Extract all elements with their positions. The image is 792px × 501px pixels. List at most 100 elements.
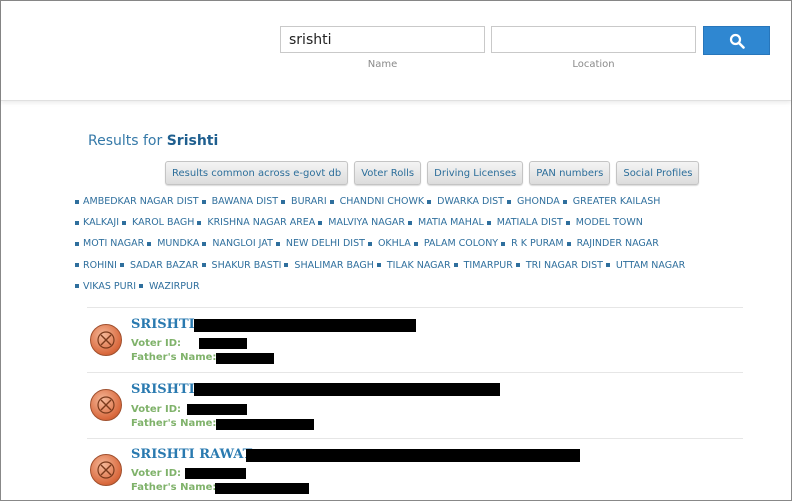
redaction-bar bbox=[216, 353, 274, 364]
location-link[interactable]: UTTAM NAGAR bbox=[616, 260, 685, 271]
bullet-icon bbox=[408, 220, 413, 225]
location-link[interactable]: RAJINDER NAGAR bbox=[577, 238, 659, 249]
divider bbox=[87, 307, 743, 308]
father-name-label: Father's Name: bbox=[131, 352, 217, 363]
location-link[interactable]: KRISHNA NAGAR AREA bbox=[207, 217, 323, 228]
location-link[interactable]: KALKAJI bbox=[83, 217, 127, 228]
voter-id-label: Voter ID: bbox=[131, 338, 182, 349]
bullet-icon bbox=[376, 263, 381, 268]
database-tabs: Results common across e-govt db Voter Ro… bbox=[165, 161, 700, 185]
tab-driving-licenses[interactable]: Driving Licenses bbox=[427, 161, 524, 185]
voter-id-label: Voter ID: bbox=[131, 404, 182, 415]
redaction-bar bbox=[187, 404, 247, 415]
tab-social-profiles[interactable]: Social Profiles bbox=[616, 161, 700, 185]
redaction-bar bbox=[194, 383, 500, 396]
bullet-icon bbox=[605, 263, 610, 268]
cross-circle-icon bbox=[97, 461, 115, 479]
bullet-icon bbox=[318, 220, 323, 225]
location-row: ROHINI SADAR BAZAR SHAKUR BASTI SHALIMAR… bbox=[75, 255, 755, 276]
location-link[interactable]: TRI NAGAR DIST bbox=[526, 260, 610, 271]
location-link[interactable]: GHONDA bbox=[517, 196, 567, 207]
location-link[interactable]: DWARKA DIST bbox=[437, 196, 511, 207]
location-link[interactable]: GREATER KAILASH bbox=[573, 196, 661, 207]
location-link[interactable]: AMBEDKAR NAGAR DIST bbox=[83, 196, 206, 207]
result-name[interactable]: SRISHTI, bbox=[131, 382, 199, 397]
location-link[interactable]: MODEL TOWN bbox=[576, 217, 643, 228]
location-link[interactable]: SHALIMAR BAGH bbox=[294, 260, 381, 271]
result-item[interactable]: SRISHTI, Voter ID: Father's Name: bbox=[87, 382, 743, 444]
redaction-bar bbox=[216, 419, 314, 430]
redaction-bar bbox=[215, 483, 309, 494]
bullet-icon bbox=[329, 199, 334, 204]
bullet-icon bbox=[506, 199, 511, 204]
location-link[interactable]: BAWANA DIST bbox=[212, 196, 286, 207]
location-link[interactable]: MOTI NAGAR bbox=[83, 238, 152, 249]
results-query: Srishti bbox=[166, 133, 219, 149]
father-name-label: Father's Name: bbox=[131, 482, 217, 493]
bullet-icon bbox=[147, 241, 152, 246]
location-link[interactable]: SADAR BAZAR bbox=[130, 260, 206, 271]
location-link[interactable]: SHAKUR BASTI bbox=[212, 260, 289, 271]
redaction-bar bbox=[246, 449, 580, 462]
bullet-icon bbox=[453, 263, 458, 268]
location-row: MOTI NAGAR MUNDKA NANGLOI JAT NEW DELHI … bbox=[75, 233, 755, 254]
search-button[interactable] bbox=[703, 26, 770, 55]
bullet-icon bbox=[119, 263, 124, 268]
location-row: AMBEDKAR NAGAR DIST BAWANA DIST BURARI C… bbox=[75, 191, 755, 212]
tab-voter-rolls[interactable]: Voter Rolls bbox=[354, 161, 422, 185]
location-link[interactable]: NANGLOI JAT bbox=[212, 238, 280, 249]
result-name[interactable]: SRISHTI RAWAT, bbox=[131, 447, 255, 462]
location-link[interactable]: KAROL BAGH bbox=[132, 217, 202, 228]
divider bbox=[87, 438, 743, 439]
bullet-icon bbox=[281, 199, 286, 204]
avatar bbox=[90, 324, 122, 356]
bullet-icon bbox=[413, 241, 418, 246]
location-link[interactable]: MATIA MAHAL bbox=[418, 217, 491, 228]
location-row: KALKAJI KAROL BAGH KRISHNA NAGAR AREA MA… bbox=[75, 212, 755, 233]
location-link[interactable]: R K PURAM bbox=[511, 238, 571, 249]
bullet-icon bbox=[515, 263, 520, 268]
location-link[interactable]: ROHINI bbox=[83, 260, 124, 271]
location-link[interactable]: TIMARPUR bbox=[464, 260, 520, 271]
location-link[interactable]: CHANDNI CHOWK bbox=[340, 196, 432, 207]
location-link[interactable]: TILAK NAGAR bbox=[387, 260, 458, 271]
name-caption: Name bbox=[367, 59, 398, 70]
location-filter-list: AMBEDKAR NAGAR DIST BAWANA DIST BURARI C… bbox=[75, 191, 755, 297]
location-link[interactable]: VIKAS PURI bbox=[83, 281, 143, 292]
bullet-icon bbox=[566, 241, 571, 246]
result-item[interactable]: SRISHTI RAWAT, Voter ID: Father's Name: bbox=[87, 447, 743, 501]
result-name[interactable]: SRISHTI, bbox=[131, 317, 199, 332]
bullet-icon bbox=[197, 220, 202, 225]
cross-circle-icon bbox=[97, 331, 115, 349]
location-link[interactable]: BURARI bbox=[291, 196, 334, 207]
voter-id-label: Voter ID: bbox=[131, 468, 182, 479]
result-item[interactable]: SRISHTI, Voter ID: Father's Name: bbox=[87, 317, 743, 379]
father-name-label: Father's Name: bbox=[131, 418, 217, 429]
location-link[interactable]: MALVIYA NAGAR bbox=[328, 217, 413, 228]
location-search-input[interactable] bbox=[491, 26, 696, 53]
bullet-icon bbox=[201, 199, 206, 204]
redaction-bar bbox=[194, 319, 416, 332]
bullet-icon bbox=[75, 284, 79, 289]
redaction-bar bbox=[199, 338, 247, 349]
bullet-icon bbox=[139, 284, 143, 289]
bullet-icon bbox=[562, 199, 567, 204]
location-link[interactable]: NEW DELHI DIST bbox=[286, 238, 372, 249]
bullet-icon bbox=[75, 199, 79, 204]
tab-common-egovt[interactable]: Results common across e-govt db bbox=[165, 161, 349, 185]
location-link[interactable]: MATIALA DIST bbox=[497, 217, 570, 228]
location-link[interactable]: PALAM COLONY bbox=[424, 238, 506, 249]
bullet-icon bbox=[122, 220, 127, 225]
location-link[interactable]: OKHLA bbox=[378, 238, 418, 249]
location-link[interactable]: MUNDKA bbox=[157, 238, 207, 249]
search-icon bbox=[729, 33, 745, 49]
tab-pan-numbers[interactable]: PAN numbers bbox=[529, 161, 611, 185]
avatar bbox=[90, 389, 122, 421]
bullet-icon bbox=[501, 241, 506, 246]
cross-circle-icon bbox=[97, 396, 115, 414]
bullet-icon bbox=[367, 241, 372, 246]
bullet-icon bbox=[202, 241, 207, 246]
name-search-input[interactable] bbox=[280, 26, 485, 53]
avatar bbox=[90, 454, 122, 486]
location-link[interactable]: WAZIRPUR bbox=[149, 281, 200, 292]
